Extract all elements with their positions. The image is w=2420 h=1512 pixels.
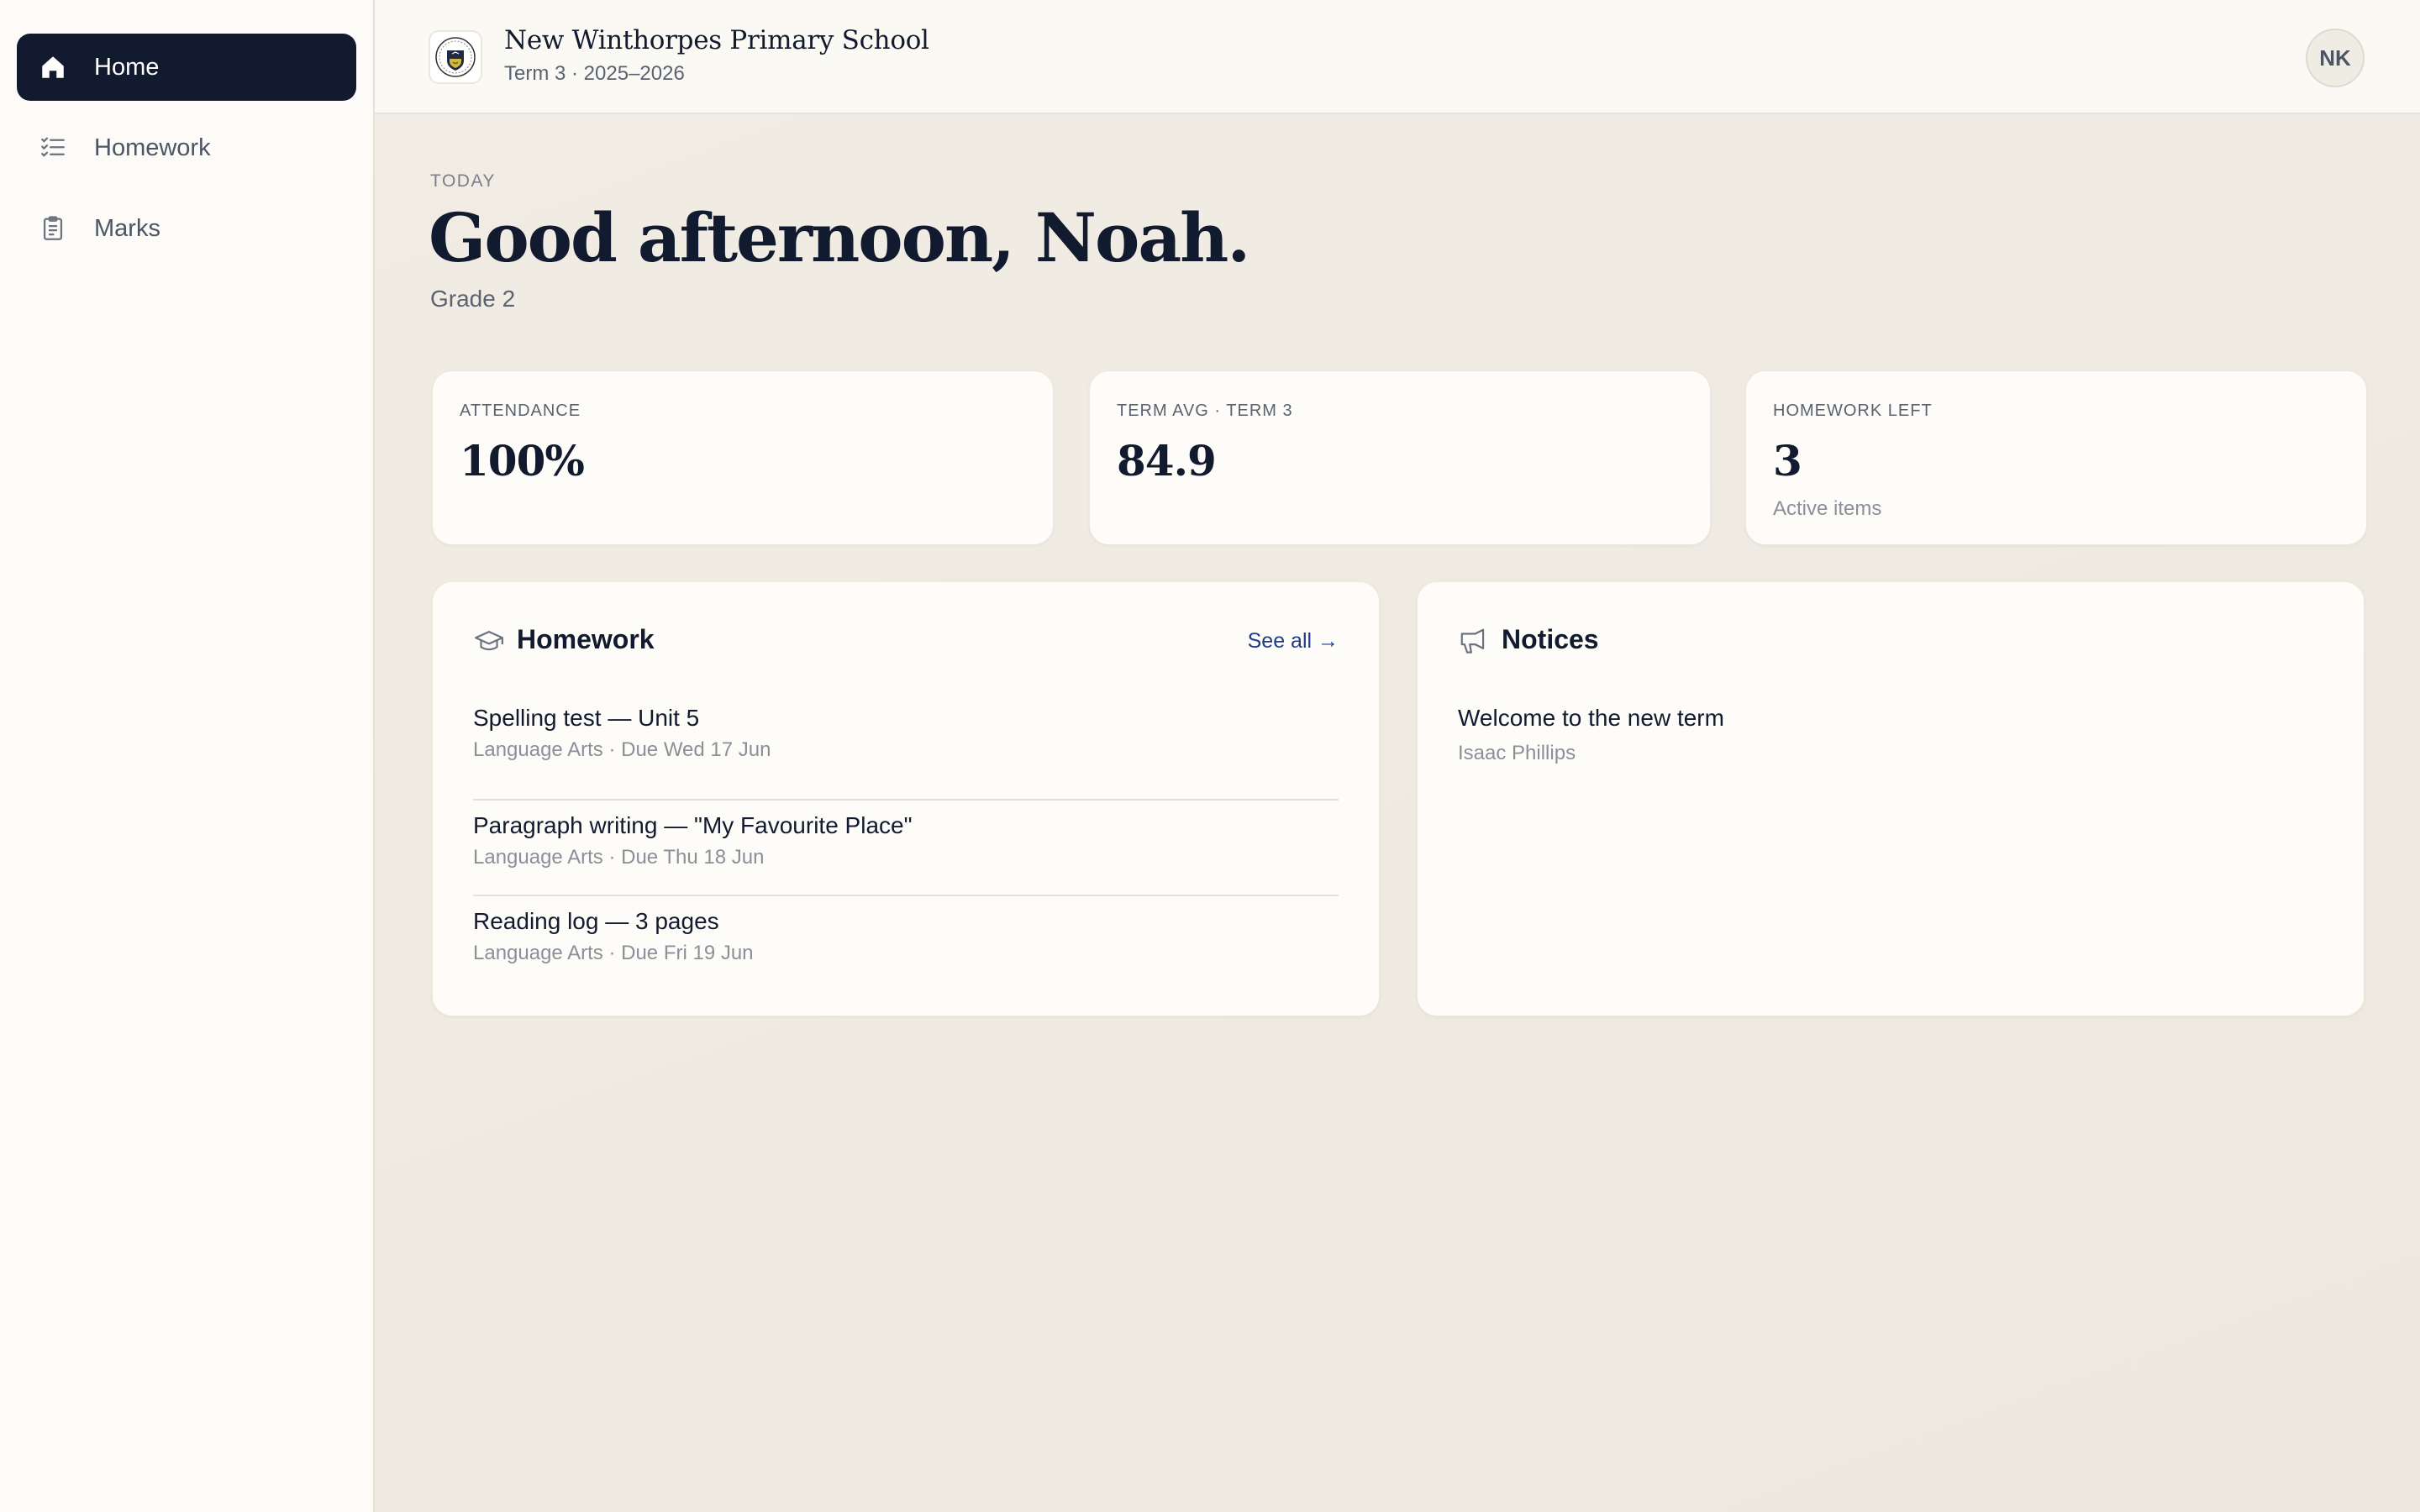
checklist-icon <box>39 134 67 162</box>
nav-item-home[interactable]: Home <box>17 34 356 101</box>
homework-panel: Homework See all → Spelling test — Unit … <box>432 581 1380 1016</box>
nav-item-label: Homework <box>94 134 211 161</box>
stat-label: HOMEWORK LEFT <box>1773 402 1933 420</box>
stat-subtext: Active items <box>1773 497 1882 520</box>
notices-panel-header: Notices <box>1458 582 2323 705</box>
school-crest-icon <box>429 30 482 84</box>
school-name: New Winthorpes Primary School <box>504 25 929 55</box>
homework-meta: Language Arts · Due Fri 19 Jun <box>473 942 754 964</box>
notices-panel-title: Notices <box>1502 624 1599 654</box>
notices-panel: Notices Welcome to the new term Isaac Ph… <box>1417 581 2365 1016</box>
see-all-link[interactable]: See all → <box>1248 629 1339 654</box>
homework-title: Reading log — 3 pages <box>473 908 719 934</box>
list-item[interactable]: Reading log — 3 pages Language Arts · Du… <box>473 896 1339 992</box>
avatar[interactable]: NK <box>2306 29 2365 87</box>
sidebar: Home Homework Marks <box>0 0 375 1512</box>
stat-label: TERM AVG · TERM 3 <box>1117 402 1293 420</box>
clipboard-icon <box>39 214 67 243</box>
homework-meta: Language Arts · Due Wed 17 Jun <box>473 738 771 761</box>
homework-title: Spelling test — Unit 5 <box>473 705 700 731</box>
list-item[interactable]: Paragraph writing — "My Favourite Place"… <box>473 801 1339 896</box>
home-icon <box>39 53 67 81</box>
notice-item[interactable]: Welcome to the new term Isaac Phillips <box>1458 705 2323 765</box>
main-content: New Winthorpes Primary School Term 3 · 2… <box>375 0 2420 1512</box>
homework-meta: Language Arts · Due Thu 18 Jun <box>473 846 765 869</box>
today-label: TODAY <box>430 171 496 191</box>
topbar: New Winthorpes Primary School Term 3 · 2… <box>375 0 2420 114</box>
nav-item-label: Home <box>94 53 160 81</box>
stat-value: 3 <box>1773 436 1802 486</box>
term-label: Term 3 · 2025–2026 <box>504 62 685 85</box>
homework-title: Paragraph writing — "My Favourite Place" <box>473 812 913 838</box>
homework-list: Spelling test — Unit 5 Language Arts · D… <box>473 705 1339 992</box>
homework-panel-header: Homework See all → <box>473 582 1339 705</box>
homework-panel-title: Homework <box>517 624 655 654</box>
stat-card-term-average: TERM AVG · TERM 3 84.9 <box>1089 370 1711 545</box>
nav-item-label: Marks <box>94 214 160 242</box>
list-item[interactable]: Spelling test — Unit 5 Language Arts · D… <box>473 705 1339 801</box>
nav-item-marks[interactable]: Marks <box>17 195 356 262</box>
stat-label: ATTENDANCE <box>460 402 581 420</box>
nav-item-homework[interactable]: Homework <box>17 114 356 181</box>
grade-label: Grade 2 <box>430 286 516 312</box>
megaphone-icon <box>1458 626 1490 658</box>
graduation-cap-icon <box>473 626 505 658</box>
page-title: Good afternoon, Noah. <box>429 198 1250 277</box>
notice-title: Welcome to the new term <box>1458 705 1724 731</box>
stat-value: 84.9 <box>1117 436 1217 486</box>
stat-card-attendance: ATTENDANCE 100% <box>432 370 1054 545</box>
stat-value: 100% <box>460 436 585 486</box>
stat-card-homework-left: HOMEWORK LEFT 3 Active items <box>1745 370 2367 545</box>
notice-author: Isaac Phillips <box>1458 742 1576 764</box>
